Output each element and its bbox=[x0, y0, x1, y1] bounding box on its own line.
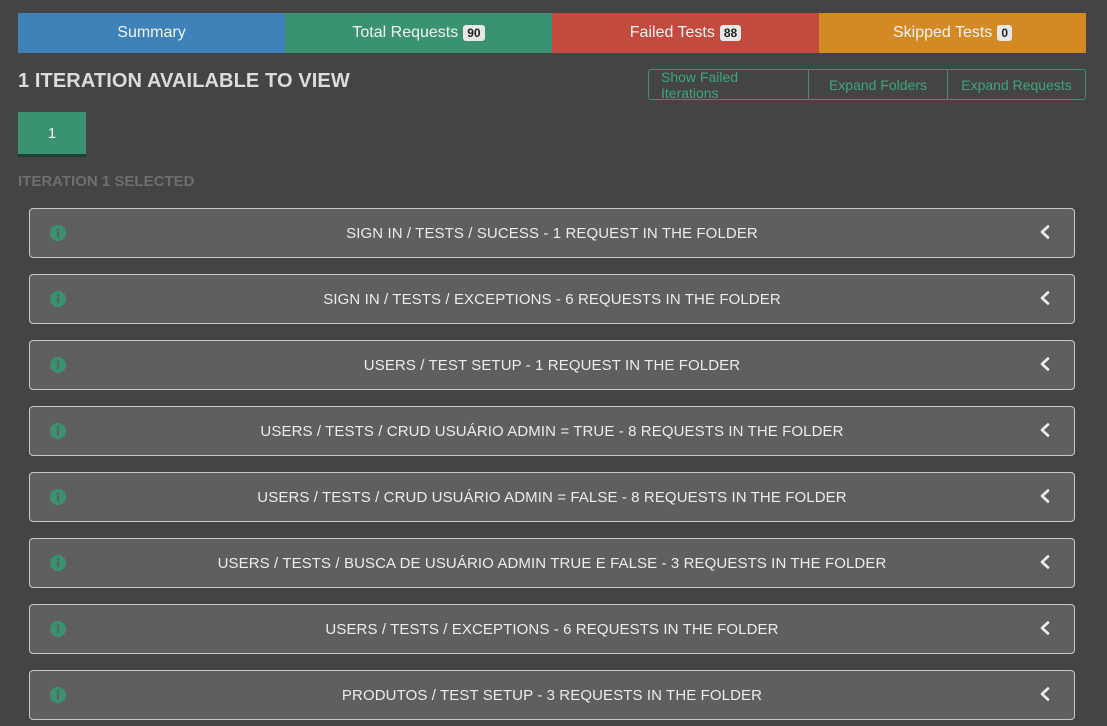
tab-total-requests[interactable]: Total Requests 90 bbox=[285, 13, 552, 53]
iterations-heading: 1 ITERATION AVAILABLE TO VIEW bbox=[18, 70, 350, 92]
folder-list: SIGN IN / TESTS / SUCESS - 1 REQUEST IN … bbox=[29, 208, 1075, 726]
folder-item[interactable]: USERS / TESTS / CRUD USUÁRIO ADMIN = TRU… bbox=[29, 406, 1075, 456]
folder-item[interactable]: SIGN IN / TESTS / EXCEPTIONS - 6 REQUEST… bbox=[29, 274, 1075, 324]
tab-total-requests-label: Total Requests bbox=[352, 24, 459, 41]
info-circle-icon bbox=[50, 621, 66, 637]
folder-title: USERS / TESTS / BUSCA DE USUÁRIO ADMIN T… bbox=[217, 554, 887, 572]
info-circle-icon bbox=[50, 423, 66, 439]
failed-tests-badge: 88 bbox=[719, 25, 742, 41]
chevron-left-icon[interactable] bbox=[1038, 422, 1052, 438]
report-page: Summary Total Requests 90 Failed Tests 8… bbox=[0, 0, 1107, 726]
total-requests-badge: 90 bbox=[463, 25, 485, 41]
chevron-left-icon[interactable] bbox=[1038, 290, 1052, 306]
folder-item[interactable]: SIGN IN / TESTS / SUCESS - 1 REQUEST IN … bbox=[29, 208, 1075, 258]
info-circle-icon bbox=[50, 225, 66, 241]
folder-item[interactable]: USERS / TEST SETUP - 1 REQUEST IN THE FO… bbox=[29, 340, 1075, 390]
folder-item[interactable]: PRODUTOS / TEST SETUP - 3 REQUESTS IN TH… bbox=[29, 670, 1075, 720]
folder-title: USERS / TESTS / CRUD USUÁRIO ADMIN = TRU… bbox=[260, 422, 844, 440]
skipped-tests-badge: 0 bbox=[997, 25, 1012, 41]
folder-title: SIGN IN / TESTS / EXCEPTIONS - 6 REQUEST… bbox=[323, 290, 781, 308]
iteration-1-button[interactable]: 1 bbox=[18, 112, 86, 157]
expand-requests-button[interactable]: Expand Requests bbox=[947, 70, 1085, 99]
chevron-left-icon[interactable] bbox=[1038, 356, 1052, 372]
chevron-left-icon[interactable] bbox=[1038, 224, 1052, 240]
tab-summary[interactable]: Summary bbox=[18, 13, 285, 53]
report-tabs: Summary Total Requests 90 Failed Tests 8… bbox=[18, 13, 1086, 53]
folder-title: USERS / TESTS / CRUD USUÁRIO ADMIN = FAL… bbox=[257, 488, 847, 506]
info-circle-icon bbox=[50, 291, 66, 307]
folder-item[interactable]: USERS / TESTS / EXCEPTIONS - 6 REQUESTS … bbox=[29, 604, 1075, 654]
folder-title: USERS / TESTS / EXCEPTIONS - 6 REQUESTS … bbox=[325, 620, 779, 638]
chevron-left-icon[interactable] bbox=[1038, 620, 1052, 636]
tab-skipped-tests[interactable]: Skipped Tests 0 bbox=[819, 13, 1086, 53]
tab-skipped-tests-label: Skipped Tests bbox=[892, 24, 993, 41]
folder-title: USERS / TEST SETUP - 1 REQUEST IN THE FO… bbox=[363, 356, 741, 374]
chevron-left-icon[interactable] bbox=[1038, 554, 1052, 570]
tab-failed-tests-label: Failed Tests bbox=[629, 24, 715, 41]
tab-failed-tests[interactable]: Failed Tests 88 bbox=[552, 13, 819, 53]
expand-folders-button[interactable]: Expand Folders bbox=[808, 70, 947, 99]
folder-item[interactable]: USERS / TESTS / CRUD USUÁRIO ADMIN = FAL… bbox=[29, 472, 1075, 522]
info-circle-icon bbox=[50, 489, 66, 505]
chevron-left-icon[interactable] bbox=[1038, 488, 1052, 504]
show-failed-iterations-button[interactable]: Show Failed Iterations bbox=[649, 69, 808, 101]
folder-title: SIGN IN / TESTS / SUCESS - 1 REQUEST IN … bbox=[346, 224, 758, 242]
iteration-selected-label: ITERATION 1 SELECTED bbox=[18, 173, 195, 190]
info-circle-icon bbox=[50, 357, 66, 373]
folder-item[interactable]: USERS / TESTS / BUSCA DE USUÁRIO ADMIN T… bbox=[29, 538, 1075, 588]
chevron-left-icon[interactable] bbox=[1038, 686, 1052, 702]
tab-summary-label: Summary bbox=[117, 24, 186, 41]
info-circle-icon bbox=[50, 555, 66, 571]
info-circle-icon bbox=[50, 687, 66, 703]
folder-title: PRODUTOS / TEST SETUP - 3 REQUESTS IN TH… bbox=[341, 686, 763, 704]
view-actions: Show Failed Iterations Expand Folders Ex… bbox=[648, 69, 1086, 101]
